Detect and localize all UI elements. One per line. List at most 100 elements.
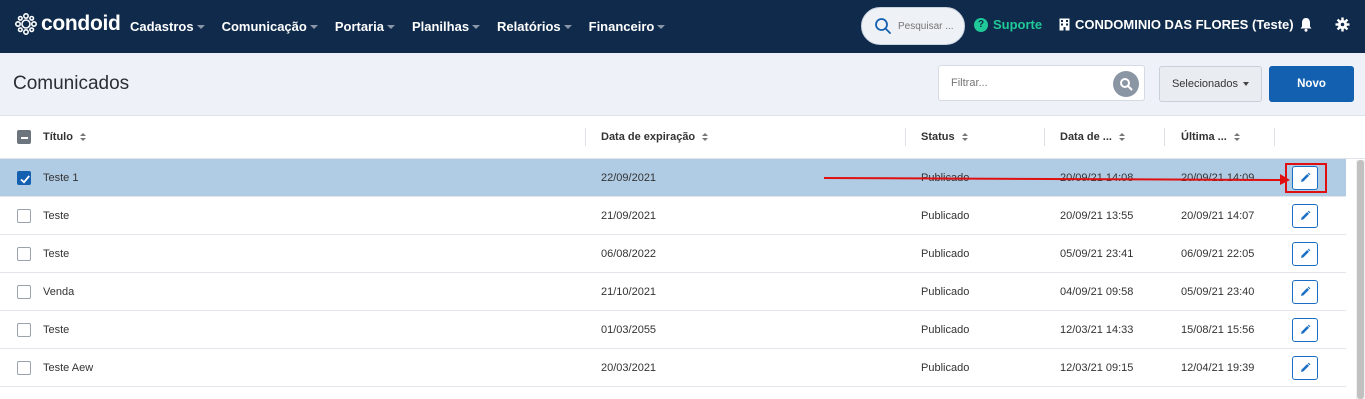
condo-selector[interactable]: CONDOMINIO DAS FLORES (Teste) <box>1059 17 1294 32</box>
sort-icon <box>1118 133 1125 141</box>
chevron-down-icon <box>657 25 666 29</box>
cell-title: Teste Aew <box>43 362 94 374</box>
cell-status: Publicado <box>921 172 970 184</box>
filter-input[interactable] <box>951 77 1101 89</box>
condo-label: CONDOMINIO DAS FLORES (Teste) <box>1075 17 1294 32</box>
sort-icon <box>79 133 86 141</box>
gear-icon[interactable] <box>1335 17 1350 32</box>
cell-updated: 20/09/21 14:07 <box>1181 210 1255 222</box>
scrollbar-thumb[interactable] <box>1357 160 1364 399</box>
edit-button[interactable] <box>1292 318 1318 342</box>
cell-status: Publicado <box>921 362 970 374</box>
table-row[interactable]: Teste 01/03/2055 Publicado 12/03/21 14:33 15… <box>0 311 1346 349</box>
cell-created: 12/03/21 14:33 <box>1060 324 1134 336</box>
bell-icon[interactable] <box>1299 17 1313 32</box>
menu-label: Cadastros <box>130 19 194 34</box>
column-divider[interactable] <box>1164 128 1165 146</box>
pencil-icon <box>1301 210 1311 220</box>
search-icon[interactable] <box>1113 71 1139 97</box>
pencil-icon <box>1301 324 1311 334</box>
column-divider[interactable] <box>1044 128 1045 146</box>
row-checkbox[interactable] <box>17 247 31 261</box>
pencil-icon <box>1301 248 1311 258</box>
cell-expiration: 20/03/2021 <box>601 362 657 374</box>
row-checkbox[interactable] <box>17 323 31 337</box>
chevron-down-icon <box>563 25 572 29</box>
table-row[interactable]: Teste 1 22/09/2021 Publicado 20/09/21 14:08… <box>0 159 1346 197</box>
column-label: Título <box>43 131 73 143</box>
menu-label: Relatórios <box>497 19 561 34</box>
edit-button[interactable] <box>1292 356 1318 380</box>
menu-label: Comunicação <box>221 19 307 34</box>
column-divider[interactable] <box>585 128 586 146</box>
chevron-down-icon <box>1243 82 1250 86</box>
pencil-icon <box>1301 172 1311 182</box>
brand-logo[interactable]: condoid <box>14 12 121 36</box>
brand-name: condoid <box>41 12 121 35</box>
column-header-title[interactable]: Título <box>43 131 86 143</box>
cell-updated: 06/09/21 22:05 <box>1181 248 1255 260</box>
row-checkbox[interactable] <box>17 209 31 223</box>
menu-label: Financeiro <box>588 19 655 34</box>
search-input[interactable] <box>898 20 960 32</box>
menu-label: Planilhas <box>411 19 470 34</box>
cell-created: 05/09/21 23:41 <box>1060 248 1134 260</box>
cell-title: Teste 1 <box>43 172 79 184</box>
menu-portaria[interactable]: Portaria <box>335 19 395 34</box>
column-label: Última ... <box>1181 131 1227 143</box>
top-navbar: condoid Cadastros Comunicação Portaria P… <box>0 0 1365 53</box>
pencil-icon <box>1301 286 1311 296</box>
table-scrollbar[interactable] <box>1356 160 1365 399</box>
cell-created: 20/09/21 13:55 <box>1060 210 1134 222</box>
cell-status: Publicado <box>921 248 970 260</box>
chevron-down-icon <box>472 25 481 29</box>
menu-financeiro[interactable]: Financeiro <box>589 19 666 34</box>
edit-button[interactable] <box>1292 166 1318 190</box>
page-header: Comunicados Selecionados Novo <box>0 53 1365 116</box>
new-button[interactable]: Novo <box>1269 66 1354 102</box>
column-divider[interactable] <box>905 128 906 146</box>
select-all-checkbox[interactable] <box>17 130 31 144</box>
cell-updated: 15/08/21 15:56 <box>1181 324 1255 336</box>
support-link[interactable]: ? Suporte <box>974 17 1042 32</box>
cell-expiration: 21/10/2021 <box>601 286 657 298</box>
menu-relatorios[interactable]: Relatórios <box>497 19 572 34</box>
cell-status: Publicado <box>921 210 970 222</box>
table-row[interactable]: Teste 21/09/2021 Publicado 20/09/21 13:55 20… <box>0 197 1346 235</box>
column-header-updated[interactable]: Última ... <box>1181 131 1240 143</box>
filter-box[interactable] <box>938 65 1145 101</box>
menu-label: Portaria <box>334 19 384 34</box>
page-title: Comunicados <box>13 73 130 94</box>
cell-title: Teste <box>43 324 70 336</box>
selected-actions-label: Selecionados <box>1171 78 1239 90</box>
table-row[interactable]: Venda 21/10/2021 Publicado 04/09/21 09:58 05… <box>0 273 1346 311</box>
table-row[interactable]: Teste 06/08/2022 Publicado 05/09/21 23:41 06… <box>0 235 1346 273</box>
column-header-created[interactable]: Data de ... <box>1060 131 1125 143</box>
sort-icon <box>702 133 709 141</box>
edit-button[interactable] <box>1292 280 1318 304</box>
cell-status: Publicado <box>921 286 970 298</box>
cell-expiration: 06/08/2022 <box>601 248 657 260</box>
sort-icon <box>961 133 968 141</box>
menu-planilhas[interactable]: Planilhas <box>411 19 481 34</box>
edit-button[interactable] <box>1292 204 1318 228</box>
column-label: Status <box>921 131 955 143</box>
cell-status: Publicado <box>921 324 970 336</box>
column-header-status[interactable]: Status <box>921 131 968 143</box>
cell-title: Venda <box>43 286 75 298</box>
column-divider[interactable] <box>1274 128 1275 146</box>
row-checkbox[interactable] <box>17 171 31 185</box>
menu-cadastros[interactable]: Cadastros <box>130 19 205 34</box>
selected-actions-button[interactable]: Selecionados <box>1159 66 1262 102</box>
search-icon <box>875 18 891 34</box>
menu-comunicacao[interactable]: Comunicação <box>222 19 318 34</box>
table-row[interactable]: Teste Aew 20/03/2021 Publicado 12/03/21 09:… <box>0 349 1346 387</box>
column-header-expiration[interactable]: Data de expiração <box>601 131 709 143</box>
global-search[interactable] <box>861 7 965 45</box>
row-checkbox[interactable] <box>17 285 31 299</box>
cell-updated: 05/09/21 23:40 <box>1181 286 1255 298</box>
edit-button[interactable] <box>1292 242 1318 266</box>
row-checkbox[interactable] <box>17 361 31 375</box>
cell-title: Teste <box>43 210 70 222</box>
cell-created: 04/09/21 09:58 <box>1060 286 1134 298</box>
